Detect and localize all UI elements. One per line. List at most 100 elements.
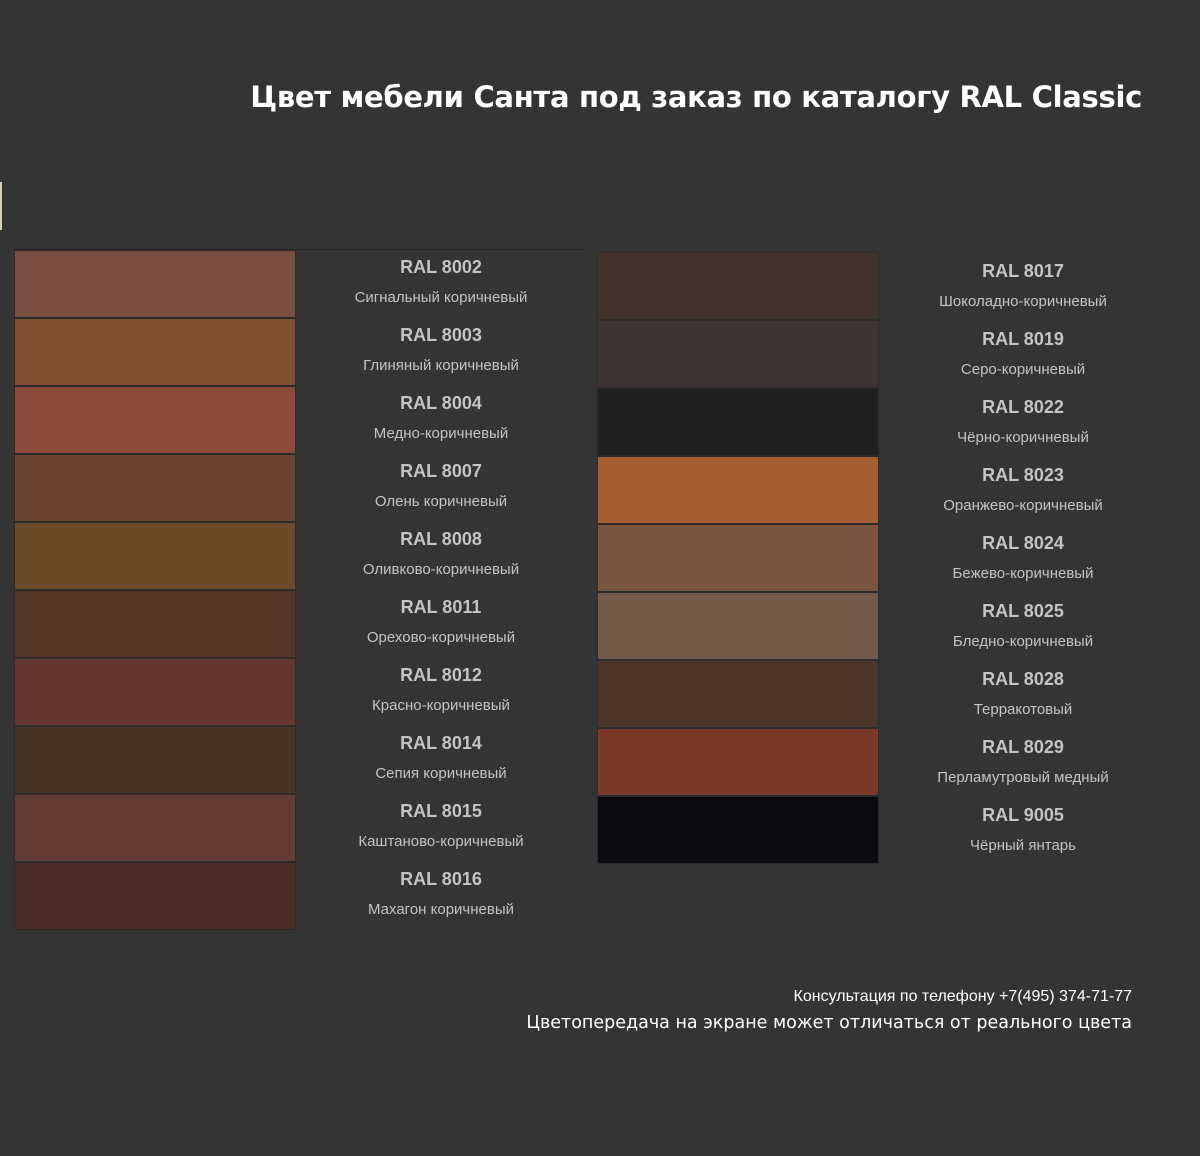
ral-code: RAL 8008: [400, 529, 482, 549]
color-name: Бежево-коричневый: [952, 565, 1094, 582]
color-swatch: [14, 658, 296, 726]
ral-code: RAL 8002: [400, 257, 482, 277]
color-list-right: RAL 8017 Шоколадно-коричневый RAL 8019 Серо…: [597, 252, 1167, 864]
ral-code: RAL 8014: [400, 733, 482, 753]
color-swatch: [14, 862, 296, 930]
color-row: RAL 8011 Орехово-коричневый: [14, 590, 586, 658]
ral-code: RAL 8023: [982, 465, 1064, 485]
color-name: Красно-коричневый: [372, 697, 510, 714]
color-name: Сепия коричневый: [375, 765, 507, 782]
color-row: RAL 8017 Шоколадно-коричневый: [597, 252, 1167, 320]
ral-code: RAL 8024: [982, 533, 1064, 553]
color-row: RAL 8004 Медно-коричневый: [14, 386, 586, 454]
color-list-left: RAL 8002 Сигнальный коричневый RAL 8003 Гли…: [14, 250, 586, 930]
color-swatch: [14, 522, 296, 590]
color-label: RAL 8011 Орехово-коричневый: [296, 590, 586, 658]
color-swatch: [597, 660, 879, 728]
color-swatch: [597, 592, 879, 660]
color-name: Чёрно-коричневый: [957, 429, 1089, 446]
color-row: RAL 8023 Оранжево-коричневый: [597, 456, 1167, 524]
color-swatch: [14, 318, 296, 386]
color-row: RAL 8019 Серо-коричневый: [597, 320, 1167, 388]
ral-code: RAL 8022: [982, 397, 1064, 417]
color-label: RAL 8019 Серо-коричневый: [879, 320, 1167, 388]
color-swatch: [14, 250, 296, 318]
color-label: RAL 9005 Чёрный янтарь: [879, 796, 1167, 864]
color-disclaimer: Цветопередача на экране может отличаться…: [526, 1013, 1132, 1033]
color-row: RAL 8003 Глиняный коричневый: [14, 318, 586, 386]
ral-code: RAL 8007: [400, 461, 482, 481]
color-label: RAL 8024 Бежево-коричневый: [879, 524, 1167, 592]
color-name: Каштаново-коричневый: [358, 833, 524, 850]
color-swatch: [597, 456, 879, 524]
color-label: RAL 8002 Сигнальный коричневый: [296, 250, 586, 318]
color-name: Глиняный коричневый: [363, 357, 519, 374]
color-name: Бледно-коричневый: [952, 633, 1094, 650]
color-swatch: [597, 252, 879, 320]
color-label: RAL 8016 Махагон коричневый: [296, 862, 586, 930]
color-swatch: [597, 320, 879, 388]
color-swatch: [14, 726, 296, 794]
color-swatch: [597, 796, 879, 864]
color-label: RAL 8028 Терракотовый: [879, 660, 1167, 728]
ral-code: RAL 8019: [982, 329, 1064, 349]
color-name: Сигнальный коричневый: [354, 289, 528, 306]
ral-code: RAL 8012: [400, 665, 482, 685]
color-name: Оливково-коричневый: [362, 561, 520, 578]
color-label: RAL 8017 Шоколадно-коричневый: [879, 252, 1167, 320]
color-row: RAL 8029 Перламутровый медный: [597, 728, 1167, 796]
color-name: Шоколадно-коричневый: [939, 293, 1107, 310]
color-name: Чёрный янтарь: [970, 837, 1076, 854]
color-label: RAL 8007 Олень коричневый: [296, 454, 586, 522]
ral-code: RAL 8016: [400, 869, 482, 889]
color-row: RAL 8024 Бежево-коричневый: [597, 524, 1167, 592]
color-row: RAL 8028 Терракотовый: [597, 660, 1167, 728]
color-name: Терракотовый: [973, 701, 1073, 718]
color-label: RAL 8003 Глиняный коричневый: [296, 318, 586, 386]
ral-code: RAL 8028: [982, 669, 1064, 689]
color-name: Олень коричневый: [374, 493, 508, 510]
color-row: RAL 8025 Бледно-коричневый: [597, 592, 1167, 660]
page-title: Цвет мебели Санта под заказ по каталогу …: [250, 80, 1142, 114]
color-row: RAL 8015 Каштаново-коричневый: [14, 794, 586, 862]
ral-code: RAL 8011: [400, 597, 482, 617]
color-swatch: [14, 454, 296, 522]
color-name: Оранжево-коричневый: [943, 497, 1103, 514]
color-label: RAL 8029 Перламутровый медный: [879, 728, 1167, 796]
color-row: RAL 8008 Оливково-коричневый: [14, 522, 586, 590]
color-label: RAL 8012 Красно-коричневый: [296, 658, 586, 726]
edge-marker: [0, 182, 2, 230]
color-name: Серо-коричневый: [960, 361, 1086, 378]
color-row: RAL 8022 Чёрно-коричневый: [597, 388, 1167, 456]
color-row: RAL 8007 Олень коричневый: [14, 454, 586, 522]
color-swatch: [597, 388, 879, 456]
color-swatch: [14, 590, 296, 658]
ral-code: RAL 8003: [400, 325, 482, 345]
color-label: RAL 8014 Сепия коричневый: [296, 726, 586, 794]
color-row: RAL 8002 Сигнальный коричневый: [14, 250, 586, 318]
consultation-phone: Консультация по телефону +7(495) 374-71-…: [793, 988, 1132, 1005]
color-swatch: [14, 794, 296, 862]
ral-code: RAL 8004: [400, 393, 482, 413]
ral-code: RAL 8017: [982, 261, 1064, 281]
color-row: RAL 9005 Чёрный янтарь: [597, 796, 1167, 864]
color-row: RAL 8016 Махагон коричневый: [14, 862, 586, 930]
ral-code: RAL 9005: [982, 805, 1064, 825]
color-label: RAL 8004 Медно-коричневый: [296, 386, 586, 454]
color-label: RAL 8015 Каштаново-коричневый: [296, 794, 586, 862]
color-name: Медно-коричневый: [373, 425, 509, 442]
color-name: Перламутровый медный: [937, 769, 1109, 786]
color-name: Орехово-коричневый: [366, 629, 516, 646]
color-label: RAL 8025 Бледно-коричневый: [879, 592, 1167, 660]
color-label: RAL 8023 Оранжево-коричневый: [879, 456, 1167, 524]
color-swatch: [597, 728, 879, 796]
ral-code: RAL 8025: [982, 601, 1064, 621]
color-name: Махагон коричневый: [368, 901, 514, 918]
color-label: RAL 8008 Оливково-коричневый: [296, 522, 586, 590]
color-swatch: [14, 386, 296, 454]
color-row: RAL 8014 Сепия коричневый: [14, 726, 586, 794]
color-row: RAL 8012 Красно-коричневый: [14, 658, 586, 726]
ral-code: RAL 8015: [400, 801, 482, 821]
color-label: RAL 8022 Чёрно-коричневый: [879, 388, 1167, 456]
ral-code: RAL 8029: [982, 737, 1064, 757]
